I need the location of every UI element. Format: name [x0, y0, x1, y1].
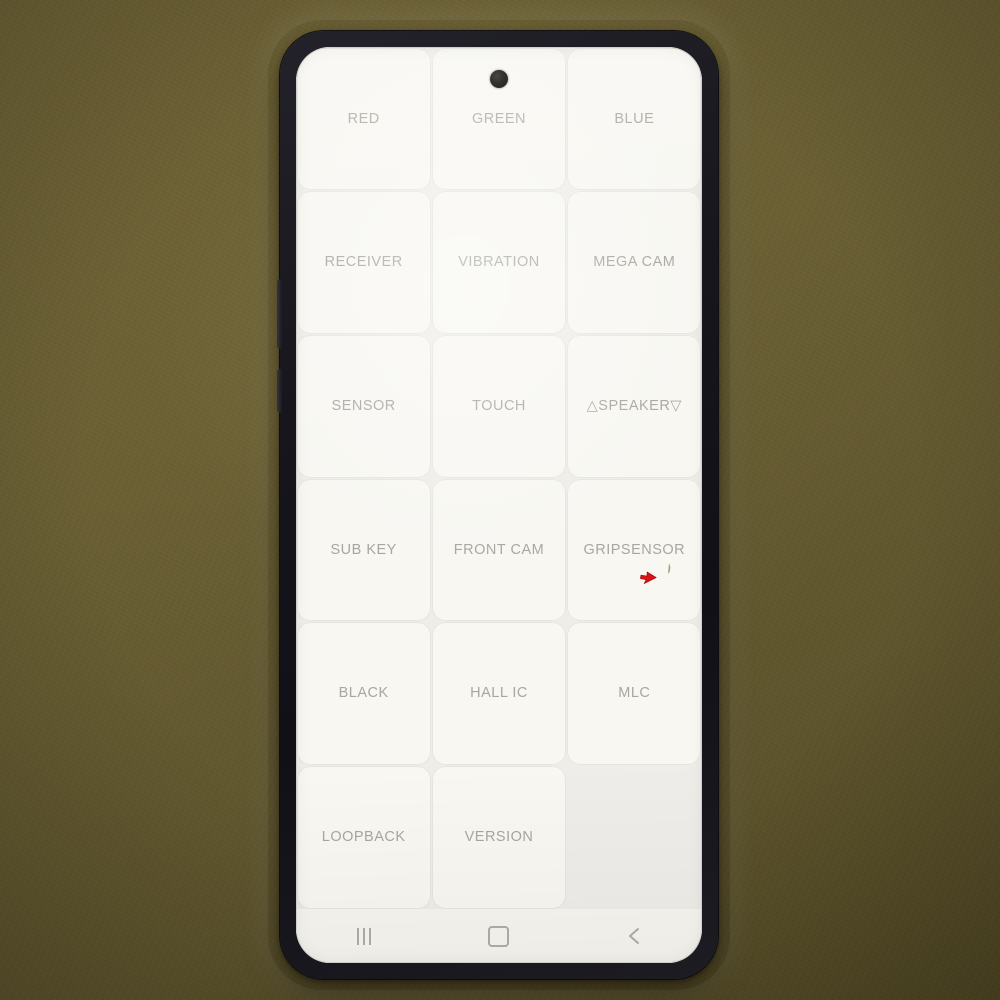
test-tile-label: BLACK	[338, 685, 389, 702]
tile-face	[568, 767, 700, 908]
test-tile-mega-cam[interactable]: MEGA CAM	[567, 191, 702, 335]
test-tile-speaker[interactable]: △SPEAKER▽	[567, 334, 702, 478]
test-tile-empty	[567, 765, 702, 909]
test-tile-label: VIBRATION	[458, 254, 540, 271]
tile-face: RECEIVER	[297, 192, 430, 333]
test-tile-receiver[interactable]: RECEIVER	[296, 191, 431, 335]
volume-button[interactable]	[277, 279, 282, 349]
test-tile-label: TOUCH	[472, 398, 526, 415]
nav-home-button[interactable]	[467, 917, 531, 955]
test-tile-label: SENSOR	[331, 398, 396, 415]
recents-icon	[356, 927, 371, 945]
tile-face: VIBRATION	[432, 192, 566, 333]
test-tile-gripsensor[interactable]: GRIPSENSOR	[567, 478, 702, 622]
test-tile-label: BLUE	[614, 110, 655, 127]
test-tile-label: VERSION	[464, 829, 534, 846]
test-tile-label: MLC	[618, 685, 651, 702]
tile-face: HALL IC	[432, 623, 566, 764]
front-camera-punch-hole	[490, 70, 508, 88]
test-tile-vibration[interactable]: VIBRATION	[431, 191, 566, 335]
tile-face: MLC	[568, 623, 701, 764]
test-tile-label: FRONT CAM	[453, 541, 545, 558]
phone-device: RED GREEN BLUE RECEIVER VIBRATION MEGA C…	[277, 31, 718, 979]
test-tile-hall-ic[interactable]: HALL IC	[431, 622, 566, 766]
tile-face: SENSOR	[297, 335, 430, 477]
nav-recents-button[interactable]	[332, 917, 396, 955]
test-tile-red[interactable]: RED	[296, 47, 431, 191]
test-tile-version[interactable]: VERSION	[431, 765, 566, 909]
tile-face: BLACK	[297, 623, 430, 764]
tile-face: LOOPBACK	[297, 766, 430, 908]
tile-face: BLUE	[568, 48, 701, 190]
test-tile-sub-key[interactable]: SUB KEY	[296, 478, 431, 622]
tile-face: SUB KEY	[297, 479, 430, 621]
test-tile-mlc[interactable]: MLC	[567, 622, 702, 766]
tile-face: MEGA CAM	[568, 192, 701, 333]
test-tile-label: MEGA CAM	[593, 254, 676, 271]
test-tile-green[interactable]: GREEN	[431, 47, 566, 191]
phone-screen: RED GREEN BLUE RECEIVER VIBRATION MEGA C…	[296, 47, 702, 963]
test-tile-label: △SPEAKER▽	[586, 398, 682, 415]
test-menu-grid: RED GREEN BLUE RECEIVER VIBRATION MEGA C…	[296, 47, 702, 909]
test-tile-label: RECEIVER	[324, 254, 403, 271]
test-tile-front-cam[interactable]: FRONT CAM	[431, 478, 566, 622]
test-tile-label: HALL IC	[470, 685, 528, 702]
tile-face: △SPEAKER▽	[568, 335, 701, 477]
tile-face: FRONT CAM	[432, 479, 566, 621]
test-tile-label: SUB KEY	[330, 541, 397, 558]
navigation-bar	[296, 909, 702, 963]
test-tile-touch[interactable]: TOUCH	[431, 334, 566, 478]
test-tile-loopback[interactable]: LOOPBACK	[296, 765, 431, 909]
tile-face: RED	[297, 48, 430, 190]
power-button[interactable]	[277, 369, 282, 413]
tile-face: GRIPSENSOR	[568, 479, 701, 621]
tile-face: VERSION	[432, 766, 566, 908]
test-tile-blue[interactable]: BLUE	[567, 47, 702, 191]
test-tile-black[interactable]: BLACK	[296, 622, 431, 766]
test-tile-label: RED	[347, 110, 380, 127]
test-tile-sensor[interactable]: SENSOR	[296, 334, 431, 478]
nav-back-button[interactable]	[602, 917, 666, 955]
test-tile-label: GRIPSENSOR	[583, 541, 686, 558]
home-icon	[488, 925, 510, 947]
test-tile-label: LOOPBACK	[321, 829, 406, 846]
test-tile-label: GREEN	[471, 110, 527, 127]
back-chevron-icon	[629, 928, 640, 944]
tile-face: TOUCH	[432, 335, 566, 477]
